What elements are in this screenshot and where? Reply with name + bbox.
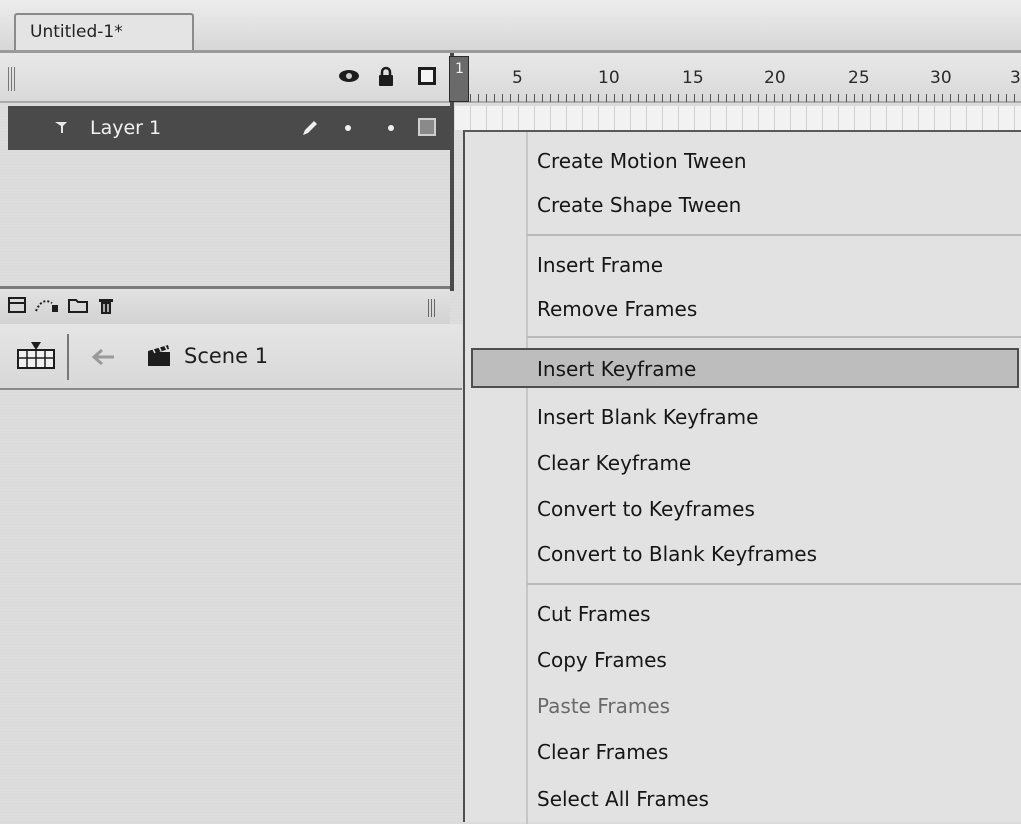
menu-item-cut-frames[interactable]: Cut Frames <box>465 595 1021 635</box>
menu-item-label: Create Shape Tween <box>537 193 742 217</box>
layer-tools-bar <box>0 286 450 324</box>
menu-item-create-shape-tween[interactable]: Create Shape Tween <box>465 186 1021 226</box>
panel-grip-icon[interactable] <box>8 67 16 91</box>
ruler-number: 5 <box>512 68 523 88</box>
scene-clapper-icon <box>148 345 170 366</box>
layer-outline-color[interactable] <box>418 118 436 136</box>
back-arrow-icon[interactable] <box>90 348 116 366</box>
frame-context-menu: Create Motion Tween Create Shape Tween I… <box>463 130 1021 824</box>
menu-item-clear-keyframe[interactable]: Clear Keyframe <box>465 444 1021 484</box>
menu-item-copy-frames[interactable]: Copy Frames <box>465 641 1021 681</box>
menu-item-insert-frame[interactable]: Insert Frame <box>465 246 1021 286</box>
playhead-frame-number: 1 <box>455 61 464 77</box>
menu-item-label: Clear Keyframe <box>537 451 692 475</box>
menu-item-label: Insert Keyframe <box>537 357 697 381</box>
menu-item-label: Insert Frame <box>537 253 664 277</box>
ruler-number: 25 <box>848 68 870 88</box>
menu-item-label: Remove Frames <box>537 297 698 321</box>
document-tab[interactable]: Untitled-1* <box>14 13 194 51</box>
eye-icon[interactable] <box>338 69 360 83</box>
menu-item-label: Cut Frames <box>537 602 651 626</box>
menu-separator <box>527 234 1021 236</box>
lock-icon[interactable] <box>378 66 394 86</box>
ruler-number: 10 <box>598 68 620 88</box>
new-layer-icon[interactable] <box>8 297 26 313</box>
outline-icon[interactable] <box>418 67 436 85</box>
visibility-dot[interactable] <box>345 125 351 131</box>
menu-item-label: Insert Blank Keyframe <box>537 405 759 429</box>
document-tab-strip: Untitled-1* <box>0 0 1021 53</box>
pencil-icon <box>303 121 317 135</box>
menu-item-convert-to-blank-keyframes[interactable]: Convert to Blank Keyframes <box>465 535 1021 575</box>
document-tab-title: Untitled-1* <box>30 22 123 42</box>
menu-item-label: Convert to Keyframes <box>537 497 755 521</box>
menu-item-label: Clear Frames <box>537 740 669 764</box>
folder-icon[interactable] <box>68 297 88 313</box>
menu-item-label: Convert to Blank Keyframes <box>537 542 818 566</box>
layer-icon <box>55 122 67 133</box>
playhead[interactable]: 1 <box>449 56 469 102</box>
menu-item-label: Paste Frames <box>537 694 671 718</box>
ruler-number: 15 <box>682 68 704 88</box>
menu-item-remove-frames[interactable]: Remove Frames <box>465 290 1021 330</box>
trash-icon[interactable] <box>98 297 114 315</box>
menu-item-paste-frames[interactable]: Paste Frames <box>465 687 1021 727</box>
motion-guide-icon[interactable] <box>34 297 60 313</box>
menu-item-select-all-frames[interactable]: Select All Frames <box>465 780 1021 820</box>
menu-item-label: Select All Frames <box>537 787 709 811</box>
menu-item-label: Create Motion Tween <box>537 149 747 173</box>
menu-separator <box>527 583 1021 585</box>
edit-timeline-icon[interactable] <box>16 342 56 372</box>
lock-dot[interactable] <box>388 125 394 131</box>
frames-row[interactable] <box>455 106 1021 130</box>
resize-grip-icon[interactable] <box>428 299 436 317</box>
flash-timeline-panel: Untitled-1* 1 5 10 15 20 25 30 3 Layer 1 <box>0 0 1021 824</box>
menu-separator <box>527 336 1021 338</box>
scene-bar-separator <box>67 334 69 380</box>
menu-item-create-motion-tween[interactable]: Create Motion Tween <box>465 142 1021 182</box>
menu-item-label: Copy Frames <box>537 648 667 672</box>
frame-ruler-ticks[interactable] <box>470 94 1021 102</box>
ruler-number: 30 <box>930 68 952 88</box>
ruler-number: 20 <box>764 68 786 88</box>
scene-name[interactable]: Scene 1 <box>184 344 268 368</box>
menu-item-convert-to-keyframes[interactable]: Convert to Keyframes <box>465 490 1021 530</box>
menu-item-insert-keyframe[interactable]: Insert Keyframe <box>471 348 1019 388</box>
layer-row[interactable]: Layer 1 <box>8 106 450 150</box>
menu-item-insert-blank-keyframe[interactable]: Insert Blank Keyframe <box>465 398 1021 438</box>
ruler-number: 3 <box>1010 68 1021 88</box>
scene-bar: Scene 1 <box>0 324 462 390</box>
layer-name: Layer 1 <box>90 117 162 139</box>
menu-item-clear-frames[interactable]: Clear Frames <box>465 733 1021 773</box>
